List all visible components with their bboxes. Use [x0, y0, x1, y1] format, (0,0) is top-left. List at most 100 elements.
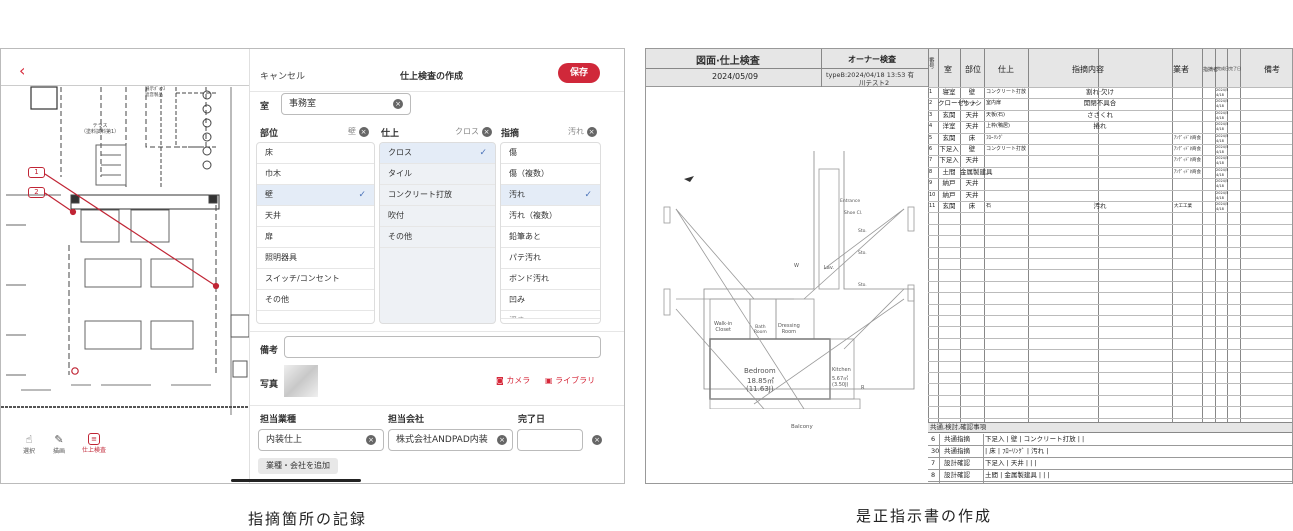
due-date-input[interactable]: [517, 429, 583, 451]
add-trade-button[interactable]: 業種・会社を追加: [258, 458, 338, 474]
clear-icon[interactable]: ×: [366, 435, 376, 445]
list-item[interactable]: 照明器具: [257, 248, 374, 269]
clear-icon[interactable]: ×: [586, 127, 597, 137]
list-item-selected[interactable]: クロス ✓: [380, 143, 495, 164]
tool-draw[interactable]: ✎ 描画: [49, 433, 69, 455]
clear-icon[interactable]: ×: [481, 127, 492, 137]
home-indicator: [231, 479, 361, 482]
clear-icon[interactable]: ×: [393, 99, 403, 109]
tool-label: 仕上検査: [81, 447, 106, 454]
grid-line: [928, 394, 1292, 396]
table-cell-vendor: ｱﾝﾃﾞｨﾄﾞﾈ商会: [1174, 158, 1201, 164]
trade-input[interactable]: 内装仕上 ×: [258, 429, 384, 451]
list-item[interactable]: パテ汚れ: [501, 248, 600, 269]
note-text: | 床 | ﾌﾛｰﾘﾝｸﾞ | 汚れ |: [985, 447, 1049, 455]
marker-1[interactable]: 1: [28, 167, 45, 178]
item-label: 巾木: [265, 169, 281, 178]
room-sto: Sto.: [858, 283, 867, 288]
table-cell-part: 床: [968, 202, 976, 210]
room-w: W: [794, 263, 799, 269]
list-item[interactable]: 傷（複数）: [501, 164, 600, 185]
col1-header: 部位: [260, 129, 279, 139]
list-item[interactable]: 扉: [257, 227, 374, 248]
list-item[interactable]: コンクリート打放: [380, 185, 495, 206]
table-cell-vendor: ｱﾝﾃﾞｨﾄﾞﾈ商会: [1174, 135, 1201, 141]
table-cell-d2: 2024/5 4/18: [1216, 110, 1229, 120]
clear-icon[interactable]: ×: [592, 435, 602, 445]
marker-2[interactable]: 2: [28, 187, 45, 198]
table-cell-part: 天井: [965, 156, 979, 165]
inspection-icon: ≡: [88, 433, 100, 445]
list-item-selected[interactable]: 汚れ ✓: [501, 185, 600, 206]
list-item[interactable]: タイル: [380, 164, 495, 185]
table-cell-no: 6: [929, 146, 933, 152]
photo-thumbnail[interactable]: [284, 365, 318, 397]
table-cell-no: 1: [929, 89, 933, 95]
list-item[interactable]: その他: [380, 227, 495, 248]
room-dressing: Dressing Room: [778, 323, 800, 335]
clear-icon[interactable]: ×: [497, 435, 507, 445]
table-cell-vendor: ｱﾝﾃﾞｨﾄﾞﾈ商会: [1174, 147, 1201, 152]
note-label: 共通指摘: [944, 435, 970, 443]
part-list: 床 巾木 壁 ✓ 天井 扉 照明器具 スイッチ/コンセント その他: [256, 142, 375, 324]
table-cell-finish: コンクリート打放: [986, 146, 1027, 152]
save-button[interactable]: 保存: [558, 63, 600, 83]
company-input[interactable]: 株式会社ANDPAD内装 ×: [388, 429, 513, 451]
item-label: スイッチ/コンセント: [265, 274, 340, 283]
caption-left: 指摘箇所の記録: [248, 510, 368, 528]
list-item[interactable]: その他: [257, 290, 374, 311]
room-value: 事務室: [289, 99, 317, 109]
hand-pointer-icon: ☝: [25, 433, 33, 446]
arrow-icon: [684, 176, 694, 182]
trade-label: 担当業種: [260, 415, 297, 425]
check-icon: ✓: [358, 190, 366, 200]
table-cell-finish: 石: [986, 203, 992, 209]
item-label: 凹み: [509, 295, 525, 304]
grid-line: [939, 434, 940, 483]
room-input[interactable]: 事務室 ×: [281, 93, 411, 115]
list-item[interactable]: 凹み: [501, 290, 600, 311]
table-cell-d2: 2024/5 4/18: [1216, 179, 1229, 189]
table-cell-d2: 2024/5 4/18: [1216, 122, 1229, 132]
list-item[interactable]: 巾木: [257, 164, 374, 185]
table-cell-content: 割れ·欠け: [1085, 88, 1115, 96]
list-item[interactable]: 浮き: [501, 311, 600, 319]
camera-button[interactable]: ◙ カメラ: [496, 375, 530, 386]
col-date1: 指摘者: [1203, 67, 1219, 73]
room-shoecl: Shoe Cl.: [844, 211, 863, 216]
cancel-button[interactable]: キャンセル: [260, 69, 305, 82]
item-label: 床: [265, 148, 273, 157]
table-cell-d2: 2024/5 4/18: [1216, 145, 1229, 154]
tool-inspection[interactable]: ≡ 仕上検査: [79, 433, 109, 454]
tool-select[interactable]: ☝ 選択: [19, 433, 39, 455]
col1-selected: 壁 ×: [348, 126, 369, 137]
list-item[interactable]: 傷: [501, 143, 600, 164]
issue-list: 傷 傷（複数） 汚れ ✓ 汚れ（複数） 鉛筆あと パテ汚れ ボンド汚れ 凹み 浮き: [500, 142, 601, 324]
list-item[interactable]: ボンド汚れ: [501, 269, 600, 290]
list-item[interactable]: 汚れ（複数）: [501, 206, 600, 227]
item-label: 汚れ: [509, 190, 525, 199]
table-cell-d2: 2024/5 4/18: [1216, 156, 1229, 166]
note-no: 7: [931, 459, 936, 467]
list-item[interactable]: スイッチ/コンセント: [257, 269, 374, 290]
list-item[interactable]: 床: [257, 143, 374, 164]
room-bedroom: Bedroom: [744, 367, 776, 375]
item-label: 扉: [265, 232, 273, 241]
list-item[interactable]: 天井: [257, 206, 374, 227]
chevron-left-icon[interactable]: ‹: [19, 61, 25, 80]
app-window: ‹ 1 2 テラス （塗料試料第1） 展示ﾎﾞｯｸｽ 遮音製品 ☝ 選択 ✎ 描…: [0, 48, 625, 484]
list-item[interactable]: 吹付: [380, 206, 495, 227]
list-item[interactable]: 鉛筆あと: [501, 227, 600, 248]
clear-icon[interactable]: ×: [358, 127, 369, 137]
room-bedroom-area-j: (11.63J): [746, 385, 774, 393]
caption-right: 是正指示書の作成: [856, 507, 993, 525]
table-cell-finish: コンクリート打放: [986, 89, 1027, 95]
note-label: 設計確認: [944, 459, 970, 467]
list-item-selected[interactable]: 壁 ✓: [257, 185, 374, 206]
drawing-canvas[interactable]: ‹ 1 2 テラス （塗料試料第1） 展示ﾎﾞｯｸｽ 遮音製品 ☝ 選択 ✎ 描…: [1, 49, 249, 483]
table-cell-content: 開閉不具合: [1083, 99, 1117, 108]
note-no: 8: [931, 471, 936, 479]
remarks-input[interactable]: [284, 336, 601, 358]
room-sto: Sto.: [858, 229, 867, 234]
library-button[interactable]: ▣ ライブラリ: [545, 375, 595, 386]
